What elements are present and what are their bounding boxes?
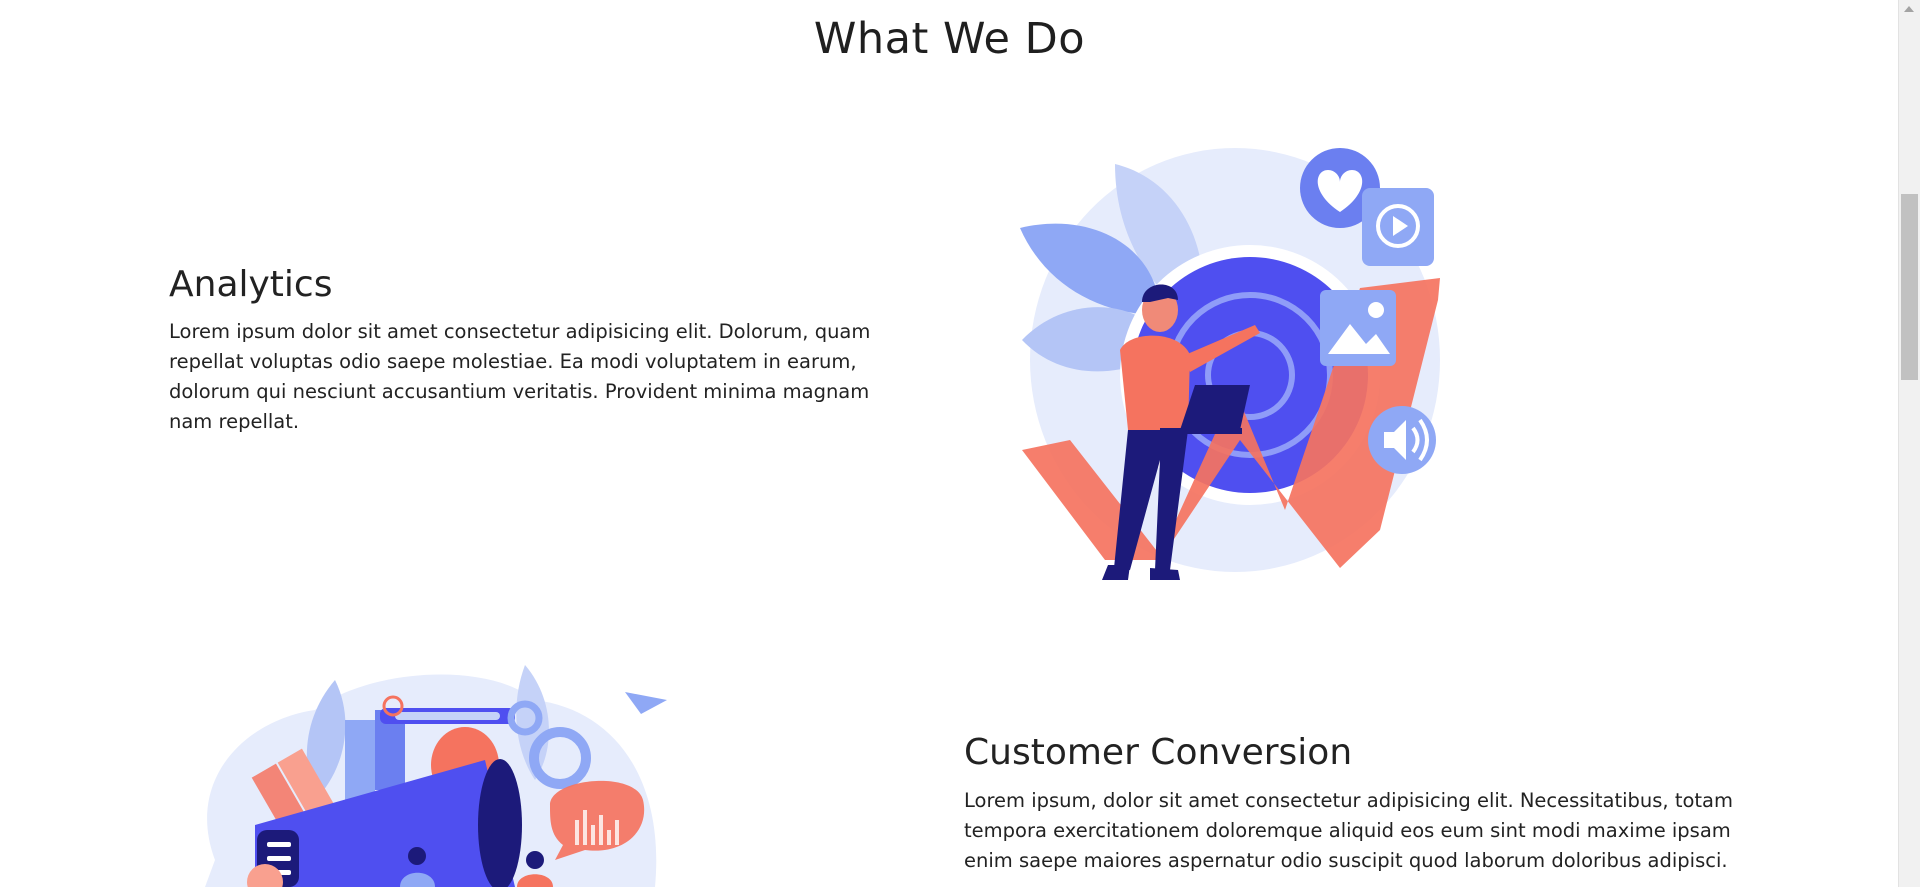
marketing-megaphone-illustration [205,665,667,887]
vertical-scrollbar[interactable] [1898,0,1920,887]
customer-conversion-heading: Customer Conversion [964,732,1353,773]
analytics-description: Lorem ipsum dolor sit amet consectetur a… [169,320,871,433]
scrollbar-thumb[interactable] [1901,194,1918,380]
section-title: What We Do [813,14,1086,64]
scroll-up-arrow-icon[interactable] [1904,6,1914,12]
analytics-target-illustration [1020,148,1440,580]
what-we-do-page: What We Do Analytics Lorem ipsum dolor s… [0,0,1920,887]
analytics-heading: Analytics [169,264,333,305]
customer-conversion-description: Lorem ipsum, dolor sit amet consectetur … [964,789,1733,872]
